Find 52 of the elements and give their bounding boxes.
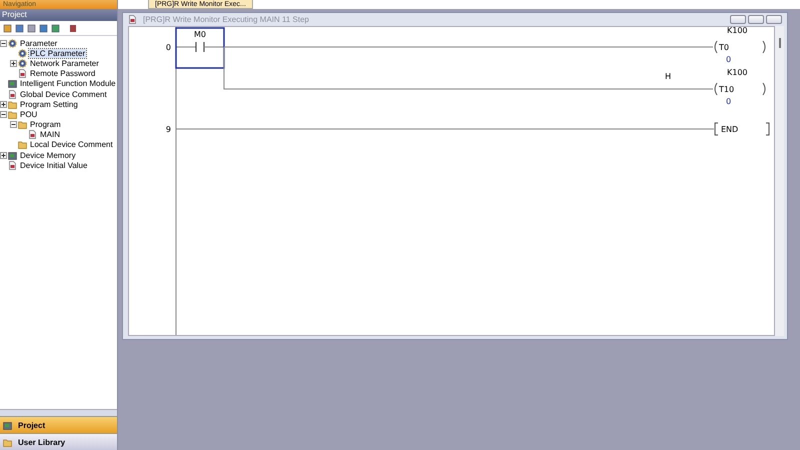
restore-button[interactable]: [748, 15, 764, 24]
document-icon: [8, 160, 17, 170]
device-prefix: H: [665, 72, 672, 81]
document-icon: [28, 130, 37, 140]
expand-toggle[interactable]: [0, 152, 7, 159]
contact-symbol: [176, 42, 224, 52]
device-label: T10: [719, 85, 734, 94]
current-value: 0: [726, 97, 732, 106]
device-label: T0: [719, 43, 729, 52]
device-label: M0: [194, 30, 206, 39]
tree-item[interactable]: Parameter: [19, 38, 58, 48]
tree-item[interactable]: Device Initial Value: [19, 160, 88, 170]
expand-toggle[interactable]: [10, 60, 17, 67]
window-title: [PRG]R Write Monitor Executing MAIN 11 Step: [143, 15, 309, 24]
tree-item[interactable]: Device Memory: [19, 150, 77, 160]
pane-title: Project: [0, 9, 117, 21]
document-icon: [8, 90, 17, 99]
document-icon: [18, 69, 27, 78]
folder-icon: [18, 140, 27, 150]
tree-item[interactable]: Network Parameter: [29, 58, 100, 68]
collapse-toggle[interactable]: [10, 121, 17, 128]
pane-tab[interactable]: Project: [0, 416, 117, 433]
tree-item[interactable]: PLC Parameter: [29, 48, 86, 58]
document-icon: [128, 15, 137, 24]
minimize-button[interactable]: [730, 15, 746, 24]
coil-symbol: [714, 40, 766, 54]
close-button[interactable]: [766, 15, 782, 24]
coil-symbol: [714, 82, 766, 96]
step-number: 9: [166, 125, 171, 134]
setting-value: K100: [727, 68, 748, 77]
tree-item[interactable]: Program Setting: [19, 100, 79, 109]
device-icon: [8, 150, 17, 160]
tree-item[interactable]: Local Device Comment: [29, 140, 114, 150]
pane-tab[interactable]: User Library: [0, 433, 117, 450]
setting-value: K100: [727, 26, 748, 35]
collapse-toggle[interactable]: [0, 40, 7, 47]
scroll-thumb[interactable]: [778, 38, 780, 48]
tree-item[interactable]: Global Device Comment: [19, 90, 108, 99]
tree-item[interactable]: Remote Password: [29, 69, 96, 78]
tree-item[interactable]: POU: [19, 110, 38, 119]
end-instruction: END: [721, 125, 738, 134]
current-value: 0: [726, 55, 732, 64]
device-icon: [8, 79, 17, 88]
step-number: 0: [166, 43, 171, 52]
bracket-drawing: [714, 122, 770, 136]
folder-icon: [3, 438, 12, 446]
tree-item[interactable]: Program: [29, 120, 62, 130]
expand-toggle[interactable]: [0, 100, 7, 108]
tree-item[interactable]: MAIN: [39, 130, 61, 140]
collapse-toggle[interactable]: [0, 110, 7, 118]
device-icon: [3, 420, 12, 430]
tree-item[interactable]: Intelligent Function Module: [19, 79, 117, 88]
